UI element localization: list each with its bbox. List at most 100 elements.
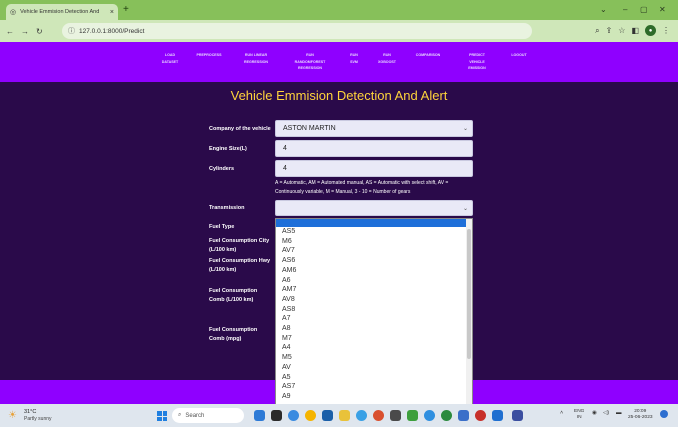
company-label: Company of the vehicle	[209, 126, 271, 132]
dropdown-option[interactable]: A6	[276, 276, 472, 286]
minimize-icon[interactable]: –	[623, 5, 627, 14]
engine-size-label: Engine Size(L)	[209, 146, 247, 152]
app-icon-12[interactable]	[441, 410, 452, 421]
language-indicator[interactable]: ENG IN	[574, 409, 584, 421]
windows-start-icon[interactable]	[157, 411, 167, 421]
weather-text: Partly sunny	[24, 416, 52, 422]
dropdown-options: AS5 M6 AV7 AS6 AM6 A6 AM7 AV8 AS8 A7 A8 M7 A4 M5 AV A5 A…	[276, 227, 472, 402]
nav-item-6[interactable]: COMPARISON	[410, 52, 446, 59]
site-navbar: LOAD DATASET PREPROCESS RUN LINEAR REGRESS…	[0, 42, 678, 82]
dropdown-scroll-thumb[interactable]	[467, 229, 471, 359]
battery-icon[interactable]: ▬	[616, 410, 622, 416]
app-icon-16[interactable]	[512, 410, 523, 421]
nav-item-4[interactable]: RUN SVM	[336, 52, 372, 65]
dropdown-scrollbar[interactable]	[466, 219, 472, 407]
fc-city-label: Fuel Consumption City (L/100 km)	[209, 238, 270, 253]
app-icon-11[interactable]	[424, 410, 435, 421]
company-value: ASTON MARTIN	[283, 125, 336, 132]
nav-item-5[interactable]: RUN XGBOOST	[369, 52, 405, 65]
dropdown-option[interactable]: AV8	[276, 295, 472, 305]
profile-avatar[interactable]: ●	[645, 25, 656, 36]
dropdown-option[interactable]: A4	[276, 343, 472, 353]
notification-icon[interactable]	[660, 410, 668, 418]
menu-icon[interactable]: ⋮	[662, 26, 670, 35]
wifi-icon[interactable]: ◉	[592, 410, 597, 416]
app-icon-6[interactable]	[339, 410, 350, 421]
app-icon-7[interactable]	[356, 410, 367, 421]
transmission-label: Transmission	[209, 205, 245, 211]
app-icon-14[interactable]	[475, 410, 486, 421]
nav-item-3[interactable]: RUN RANDOMFOREST REGRESSION	[292, 52, 328, 72]
dropdown-option[interactable]: AM7	[276, 285, 472, 295]
engine-size-input[interactable]: 4	[275, 140, 473, 157]
chevron-up-icon[interactable]: ˄	[560, 410, 563, 416]
close-tab-icon[interactable]: ×	[110, 9, 114, 16]
close-window-icon[interactable]: ✕	[659, 5, 666, 14]
dropdown-option[interactable]: A9	[276, 392, 472, 402]
windows-taskbar: ☀ 31°C Partly sunny ⌕ Search ˄ ENG IN ◉ …	[0, 404, 678, 427]
weather-sun-icon[interactable]: ☀	[8, 410, 17, 421]
app-icon-3[interactable]	[288, 410, 299, 421]
app-icon-1[interactable]	[254, 410, 265, 421]
lang-2: IN	[576, 415, 582, 420]
url-bar[interactable]: ⓘ 127.0.0.1:8000/Predict	[62, 23, 532, 39]
dropdown-option[interactable]: AS7	[276, 382, 472, 392]
dropdown-option[interactable]: M5	[276, 353, 472, 363]
nav-item-1[interactable]: PREPROCESS	[191, 52, 227, 59]
app-icon-2[interactable]	[271, 410, 282, 421]
nav-item-2[interactable]: RUN LINEAR REGRESSION	[238, 52, 274, 65]
back-icon[interactable]: ←	[6, 27, 14, 36]
url-text: 127.0.0.1:8000/Predict	[79, 27, 145, 35]
transmission-select[interactable]: ⌄	[275, 200, 473, 216]
dropdown-option[interactable]: A7	[276, 314, 472, 324]
forward-icon[interactable]: →	[21, 27, 29, 36]
dropdown-option[interactable]: A8	[276, 324, 472, 334]
maximize-icon[interactable]: ▢	[640, 5, 648, 14]
clock[interactable]: 20:09 25-06-2023	[628, 409, 653, 421]
search-icon: ⌕	[178, 412, 182, 418]
browser-tabbar: ◎ Vehicle Emmision Detection And × + ⌄ –…	[0, 0, 678, 20]
app-icon-5[interactable]	[322, 410, 333, 421]
star-icon[interactable]: ☆	[618, 26, 625, 35]
dropdown-option[interactable]: AS8	[276, 305, 472, 315]
app-icon-9[interactable]	[390, 410, 401, 421]
dropdown-option[interactable]: M7	[276, 334, 472, 344]
dropdown-option[interactable]: AS6	[276, 256, 472, 266]
zoom-icon[interactable]: ⌕	[595, 26, 599, 36]
dropdown-highlighted-option[interactable]	[276, 219, 472, 227]
sidebar-icon[interactable]: ◧	[631, 26, 639, 35]
hint-line-2: Continuously variable, M = Manual, 3 - 1…	[275, 189, 411, 195]
app-icon-15[interactable]	[492, 410, 503, 421]
nav-item-8[interactable]: LOGOUT	[501, 52, 537, 59]
browser-addressbar: ← → ↻ ⓘ 127.0.0.1:8000/Predict ⌕ ⇪ ☆ ◧ ●…	[0, 20, 678, 42]
app-icon-8[interactable]	[373, 410, 384, 421]
fc-hwy-label: Fuel Consumption Hwy (L/100 km)	[209, 258, 271, 273]
app-icon-4[interactable]	[305, 410, 316, 421]
speaker-icon[interactable]: ◁)	[603, 410, 609, 416]
browser-tab[interactable]: ◎ Vehicle Emmision Detection And ×	[6, 4, 118, 20]
dropdown-option[interactable]: AV	[276, 363, 472, 373]
new-tab-icon[interactable]: +	[123, 5, 129, 15]
share-icon[interactable]: ⇪	[606, 26, 613, 35]
nav-item-0[interactable]: LOAD DATASET	[152, 52, 188, 65]
chevron-down-icon[interactable]: ⌄	[600, 5, 607, 14]
dropdown-option[interactable]: M6	[276, 237, 472, 247]
nav-item-7[interactable]: PREDICT VEHICLE EMISSION	[459, 52, 495, 72]
company-select[interactable]: ASTON MARTIN ⌄	[275, 120, 473, 137]
taskbar-search[interactable]: ⌕ Search	[172, 408, 244, 423]
dropdown-option[interactable]: AS5	[276, 227, 472, 237]
app-icon-13[interactable]	[458, 410, 469, 421]
fc-comb-mpg-label: Fuel Consumption Comb (mpg)	[209, 327, 258, 342]
page-title: Vehicle Emmision Detection And Alert	[230, 88, 448, 103]
info-icon[interactable]: ⓘ	[68, 26, 75, 36]
address-icons: ⌕ ⇪ ☆ ◧ ● ⋮	[595, 25, 670, 36]
fc-comb-label: Fuel Consumption Comb (L/100 km)	[209, 288, 258, 303]
dropdown-option[interactable]: AV7	[276, 246, 472, 256]
dropdown-option[interactable]: A5	[276, 373, 472, 383]
dropdown-option[interactable]: AM6	[276, 266, 472, 276]
transmission-dropdown-list[interactable]: AS5 M6 AV7 AS6 AM6 A6 AM7 AV8 AS8 A7 A8 M7 A4 M5 AV A5 A…	[275, 218, 473, 408]
reload-icon[interactable]: ↻	[36, 27, 43, 36]
chevron-down-icon: ⌄	[462, 206, 468, 212]
cylinders-input[interactable]: 4	[275, 160, 473, 177]
app-icon-10[interactable]	[407, 410, 418, 421]
